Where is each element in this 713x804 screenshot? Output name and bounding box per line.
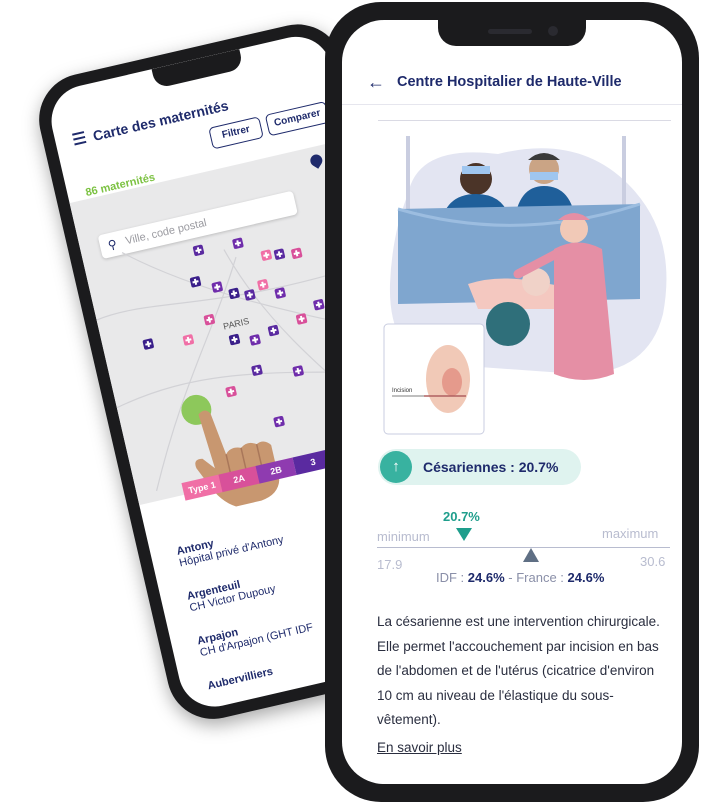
minimum-value: 17.9 [377,557,403,572]
maternity-marker[interactable] [256,278,269,291]
back-arrow-icon[interactable]: ← [367,73,385,91]
maternity-marker[interactable] [203,313,216,326]
learn-more-link[interactable]: En savoir plus [377,740,462,755]
compare-button[interactable]: Comparer [264,101,331,137]
page-title: Centre Hospitalier de Haute-Ville [397,74,622,90]
inset-label: Incision [392,388,412,394]
maternity-marker[interactable] [231,237,244,250]
idf-label: IDF : [436,570,468,585]
maternity-marker[interactable] [189,275,202,288]
maternity-marker[interactable] [142,338,155,351]
maximum-value: 30.6 [640,554,666,569]
maternity-marker[interactable] [249,333,262,346]
maternity-marker[interactable] [312,298,325,311]
phone-speaker [488,29,532,34]
description-text: La césarienne est une intervention chiru… [377,614,660,727]
section-divider [378,120,671,121]
france-label: - France : [504,570,568,585]
header-divider [342,104,682,105]
cesarean-rate-label: Césariennes : 20.7% [423,459,559,475]
search-icon: ⚲ [106,236,119,253]
maternity-marker[interactable] [192,244,205,257]
maternity-marker[interactable] [182,333,195,346]
arrow-up-icon: ↑ [380,451,412,483]
value-marker [456,528,472,541]
reference-marker [523,548,539,562]
location-pin-icon[interactable] [308,152,325,169]
maximum-label: maximum [602,526,659,541]
maternity-marker[interactable] [274,287,287,300]
map-label-paris: PARIS [222,315,251,332]
maternity-marker[interactable] [260,249,273,262]
maternity-marker[interactable] [250,364,263,377]
cesarean-illustration: Incision [383,136,667,435]
maternity-marker[interactable] [267,324,280,337]
reference-values: IDF : 24.6% - France : 24.6% [436,570,604,585]
menu-icon[interactable] [72,131,87,148]
map-title: Carte des maternités [91,97,230,144]
maternity-marker[interactable] [273,415,286,428]
maternity-marker[interactable] [292,364,305,377]
minimum-label: minimum [377,529,430,544]
maternity-marker[interactable] [290,247,303,260]
phone-camera [548,26,558,36]
maternity-marker[interactable] [211,281,224,294]
maternity-marker[interactable] [243,288,256,301]
maternity-marker[interactable] [295,312,308,325]
maternity-marker[interactable] [273,248,286,261]
maternity-marker[interactable] [228,333,241,346]
filter-button[interactable]: Filtrer [208,116,264,150]
value-label: 20.7% [443,509,480,524]
france-value: 24.6% [567,570,605,585]
maternity-marker[interactable] [228,287,241,300]
idf-value: 24.6% [467,570,505,585]
